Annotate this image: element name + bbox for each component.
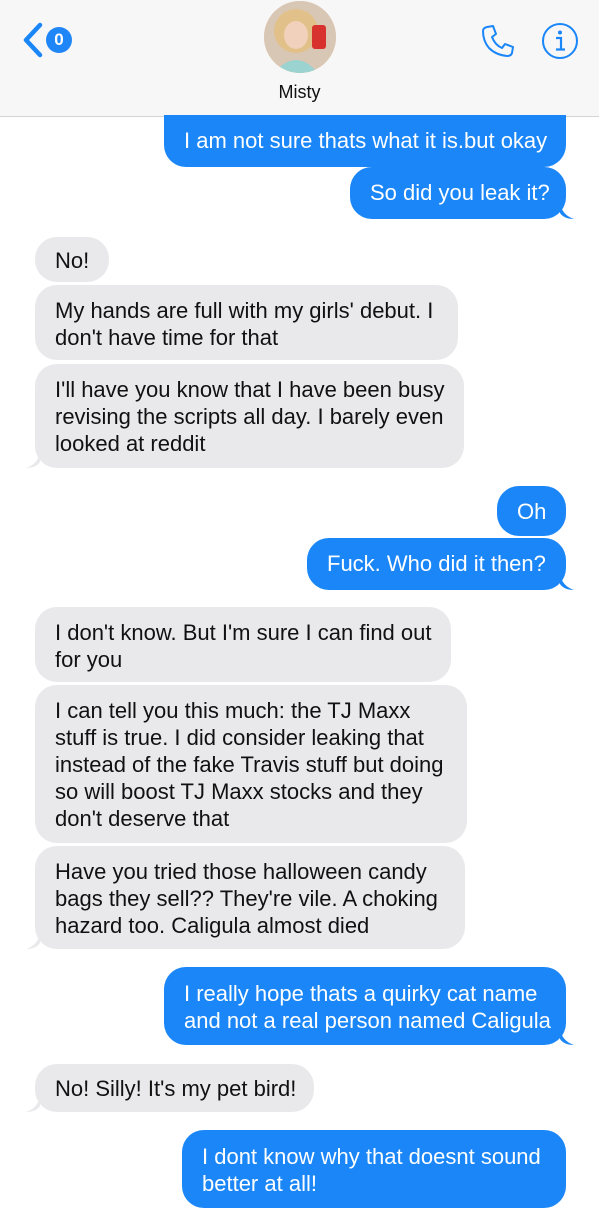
message-text: No! <box>55 248 90 273</box>
bubble-tail-left <box>26 452 40 468</box>
message-line: instead of the fake Travis stuff but doi… <box>55 752 444 777</box>
message-line: My hands are full with my girls' debut. … <box>55 298 434 323</box>
message-bubble-received[interactable]: Have you tried those halloween candy bag… <box>35 846 465 949</box>
call-button[interactable] <box>478 21 518 61</box>
bubble-tail-right <box>560 1029 574 1045</box>
message-bubble-sent[interactable]: So did you leak it? <box>350 167 566 219</box>
message-line: and not a real person named Caligula <box>184 1008 551 1033</box>
back-button[interactable]: 0 <box>22 20 82 60</box>
message-line: stuff is true. I did consider leaking th… <box>55 725 424 750</box>
message-line: hazard too. Caligula almost died <box>55 913 370 938</box>
message-line: I dont know why that doesnt sound <box>202 1144 541 1169</box>
message-text: Oh <box>517 499 547 524</box>
message-text: I am not sure thats what it is.but okay <box>184 128 548 153</box>
message-text: No! Silly! It's my pet bird! <box>55 1076 297 1101</box>
phone-icon <box>482 25 514 57</box>
avatar-photo <box>264 1 336 73</box>
message-line: for you <box>55 647 123 672</box>
chevron-left-icon <box>23 22 43 58</box>
message-line: don't deserve that <box>55 806 230 831</box>
message-line: bags they sell?? They're vile. A choking <box>55 886 438 911</box>
message-bubble-sent[interactable]: I dont know why that doesnt sound better… <box>182 1130 566 1208</box>
message-line: I really hope thats a quirky cat name <box>184 981 538 1006</box>
bubble-tail-left <box>26 1096 40 1112</box>
message-line: I can tell you this much: the TJ Maxx <box>55 698 411 723</box>
message-line: so will boost TJ Maxx stocks and they <box>55 779 423 804</box>
message-bubble-sent[interactable]: I really hope thats a quirky cat name an… <box>164 967 566 1045</box>
message-bubble-received[interactable]: I'll have you know that I have been busy… <box>35 364 464 468</box>
message-line: better at all! <box>202 1171 317 1196</box>
message-text: Fuck. Who did it then? <box>327 551 546 576</box>
message-line: looked at reddit <box>55 431 206 456</box>
bubble-tail-right <box>560 574 574 590</box>
message-bubble-sent[interactable]: Fuck. Who did it then? <box>307 538 566 590</box>
unread-count-badge: 0 <box>46 27 72 53</box>
message-line: I don't know. But I'm sure I can find ou… <box>55 620 432 645</box>
info-icon <box>542 23 578 59</box>
bubble-tail-right <box>560 203 574 219</box>
message-bubble-received[interactable]: No! Silly! It's my pet bird! <box>35 1064 314 1112</box>
message-bubble-sent[interactable]: Oh <box>497 486 566 536</box>
contact-avatar[interactable] <box>264 1 336 73</box>
conversation-header: 0 Misty <box>0 0 599 117</box>
message-bubble-received[interactable]: No! <box>35 237 109 282</box>
message-bubble-received[interactable]: I can tell you this much: the TJ Maxx st… <box>35 685 467 843</box>
message-line: don't have time for that <box>55 325 279 350</box>
message-line: revising the scripts all day. I barely e… <box>55 404 444 429</box>
message-line: I'll have you know that I have been busy <box>55 377 445 402</box>
message-bubble-sent[interactable]: I am not sure thats what it is.but okay <box>164 115 566 167</box>
message-line: Have you tried those halloween candy <box>55 859 427 884</box>
info-button[interactable] <box>540 21 580 61</box>
message-text: So did you leak it? <box>370 180 550 205</box>
contact-name[interactable]: Misty <box>0 82 599 103</box>
bubble-tail-left <box>26 933 40 949</box>
message-bubble-received[interactable]: I don't know. But I'm sure I can find ou… <box>35 607 451 682</box>
message-bubble-received[interactable]: My hands are full with my girls' debut. … <box>35 285 458 360</box>
